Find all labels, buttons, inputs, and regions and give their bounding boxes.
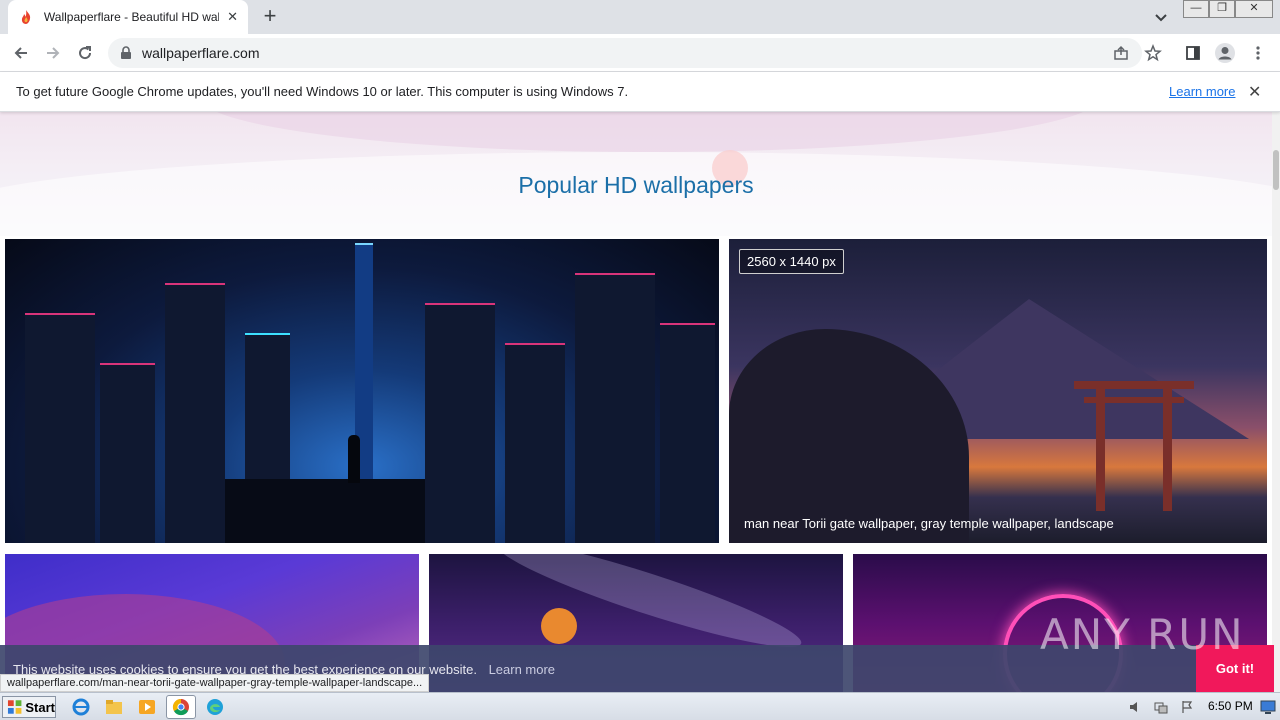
wallpaper-caption[interactable]: man near Torii gate wallpaper, gray temp…	[744, 516, 1114, 531]
network-icon[interactable]	[1154, 700, 1168, 714]
planet-shape	[541, 608, 577, 644]
status-bubble-url: wallpaperflare.com/man-near-torii-gate-w…	[0, 674, 430, 692]
minimize-button[interactable]: —	[1183, 0, 1209, 18]
address-bar[interactable]: wallpaperflare.com	[108, 38, 1142, 68]
infobar-message: To get future Google Chrome updates, you…	[16, 84, 629, 99]
lock-icon[interactable]	[120, 46, 132, 60]
city-building	[425, 303, 495, 543]
system-tray	[1118, 695, 1280, 719]
infobar-learn-more-link[interactable]: Learn more	[1169, 84, 1235, 99]
new-tab-button[interactable]: +	[258, 4, 282, 28]
reload-icon[interactable]	[72, 40, 98, 66]
scrollbar-thumb[interactable]	[1273, 150, 1279, 190]
city-building	[25, 313, 95, 543]
page-viewport: Popular HD wallpapers 2560 x 1440 px man…	[0, 112, 1272, 692]
internet-explorer-icon[interactable]	[70, 697, 92, 717]
browser-toolbar: wallpaperflare.com	[0, 34, 1280, 72]
back-arrow-icon[interactable]	[8, 40, 34, 66]
taskbar-clock[interactable]: 6:50 PM	[1208, 699, 1253, 713]
flag-icon[interactable]	[1180, 700, 1194, 714]
page-heading: Popular HD wallpapers	[518, 172, 754, 198]
bookmark-star-icon[interactable]	[1140, 40, 1166, 66]
wallpaper-thumb-city[interactable]	[5, 239, 719, 543]
update-infobar: To get future Google Chrome updates, you…	[0, 72, 1280, 112]
wallpaper-thumb-torii-gate[interactable]: 2560 x 1440 px man near Torii gate wallp…	[729, 239, 1267, 543]
tab-title: Wallpaperflare - Beautiful HD wallpap	[43, 10, 220, 24]
show-desktop-icon[interactable]	[1260, 700, 1276, 714]
chrome-icon	[172, 698, 189, 716]
city-building	[165, 283, 225, 543]
standing-figure	[348, 435, 360, 483]
city-building	[505, 343, 565, 543]
infobar-close-icon[interactable]: ✕	[1248, 82, 1261, 102]
page-scrollbar[interactable]	[1272, 112, 1280, 692]
windows-logo-icon	[7, 700, 22, 714]
torii-gate-graphic	[1074, 381, 1194, 511]
share-icon[interactable]	[1108, 40, 1134, 66]
url-text: wallpaperflare.com	[142, 45, 260, 61]
city-building	[575, 273, 655, 543]
hero-banner: Popular HD wallpapers	[0, 112, 1272, 236]
tab-search-chevron-icon[interactable]	[1150, 6, 1172, 28]
resolution-badge: 2560 x 1440 px	[739, 249, 844, 274]
anyrun-watermark: ANY RUN	[1040, 610, 1245, 659]
window-close-button[interactable]: ✕	[1235, 0, 1273, 18]
file-explorer-icon[interactable]	[103, 697, 125, 717]
flame-favicon-icon	[21, 10, 31, 24]
forward-arrow-icon[interactable]	[40, 40, 66, 66]
cookie-learn-more-link[interactable]: Learn more	[489, 662, 555, 677]
volume-icon[interactable]	[1128, 700, 1142, 714]
chrome-taskbar-button[interactable]	[166, 695, 196, 719]
start-label: Start	[25, 699, 55, 715]
windows-taskbar: Start 6:50 PM	[0, 692, 1280, 720]
tab-close-icon[interactable]: ✕	[227, 9, 238, 25]
side-panel-icon[interactable]	[1180, 40, 1206, 66]
hero-wave-decoration	[200, 112, 1100, 152]
city-building	[660, 323, 715, 543]
tab-wallpaperflare[interactable]: Wallpaperflare - Beautiful HD wallpap ✕	[8, 0, 248, 34]
rooftop	[225, 479, 425, 543]
start-button[interactable]: Start	[2, 696, 56, 718]
media-player-icon[interactable]	[136, 697, 158, 717]
menu-kebab-icon[interactable]	[1245, 40, 1271, 66]
edge-icon[interactable]	[204, 697, 226, 717]
restore-button[interactable]: ❐	[1209, 0, 1235, 18]
city-building	[100, 363, 155, 543]
profile-avatar-icon[interactable]	[1212, 40, 1238, 66]
tab-strip: Wallpaperflare - Beautiful HD wallpap ✕ …	[0, 0, 1280, 34]
